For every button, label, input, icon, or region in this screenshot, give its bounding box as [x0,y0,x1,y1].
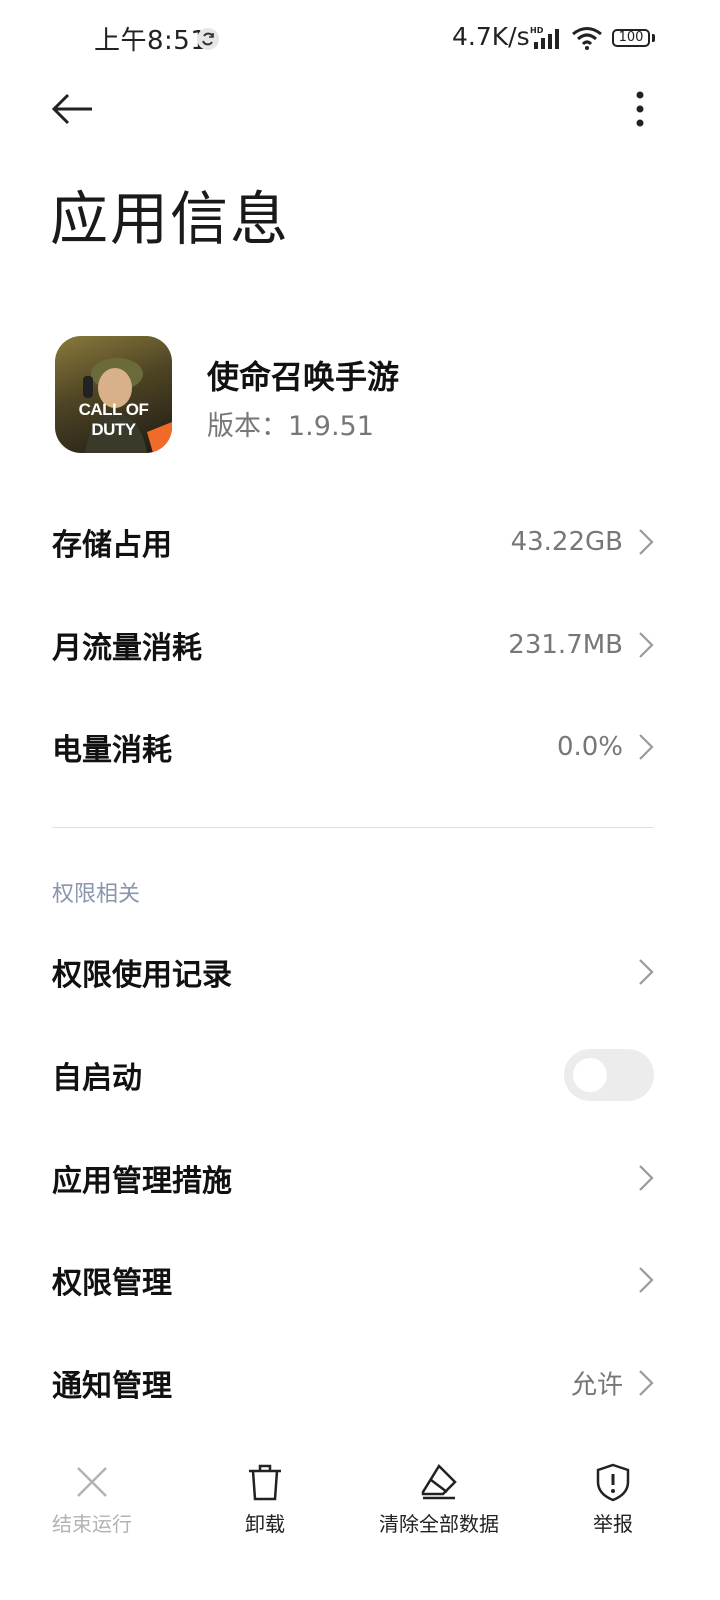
trash-icon [249,1464,281,1501]
clear-all-data-button[interactable]: 清除全部数据 [349,1450,529,1560]
row-value: 43.22GB [510,527,623,557]
back-button[interactable] [46,86,100,132]
network-speed: 4.7K/s [452,22,530,51]
row-value: 0.0% [556,732,623,762]
app-icon-logo-text: CALL OF DUTY [78,400,149,439]
action-label: 卸载 [245,1512,285,1536]
eraser-icon [421,1463,457,1500]
permission-management-row[interactable]: 权限管理 [0,1235,720,1325]
data-usage-row[interactable]: 月流量消耗 231.7MB [0,600,720,690]
section-header-permissions: 权限相关 [52,882,141,907]
action-label: 清除全部数据 [379,1512,499,1536]
chevron-right-icon [639,1370,654,1396]
row-value: 允许 [570,1370,623,1401]
signal-hd-badge: HD [530,26,544,35]
row-label: 电量消耗 [52,733,172,768]
chevron-right-icon [639,734,654,760]
chevron-right-icon [639,959,654,985]
row-label: 存储占用 [52,528,172,563]
more-vertical-icon [636,91,644,127]
report-button[interactable]: 举报 [523,1450,703,1560]
cell-signal-icon: HD [530,26,564,54]
action-label: 结束运行 [52,1512,132,1536]
close-icon [77,1467,107,1497]
status-bar: 上午8:51 4.7K/s HD 100 [0,0,720,78]
uninstall-button[interactable]: 卸载 [175,1450,355,1560]
autostart-row: 自启动 [0,1030,720,1120]
notification-management-row[interactable]: 通知管理 允许 [0,1338,720,1428]
chevron-right-icon [639,632,654,658]
row-label: 通知管理 [52,1369,172,1404]
app-info-screen: 上午8:51 4.7K/s HD 100 应用信息 CALL OF DUTY 使… [0,0,720,1600]
shield-alert-icon [596,1463,630,1502]
row-label: 应用管理措施 [52,1164,232,1199]
chevron-right-icon [639,1267,654,1293]
arrow-left-icon [51,93,92,125]
app-icon: CALL OF DUTY [55,336,172,453]
action-label: 举报 [593,1512,633,1536]
storage-usage-row[interactable]: 存储占用 43.22GB [0,497,720,587]
section-divider [52,827,654,828]
app-version: 版本：1.9.51 [207,411,374,442]
chevron-right-icon [639,1165,654,1191]
row-label: 月流量消耗 [52,631,202,666]
battery-tip [652,34,655,42]
chevron-right-icon [639,529,654,555]
force-stop-button[interactable]: 结束运行 [2,1450,182,1560]
more-options-button[interactable] [620,86,660,132]
app-name: 使命召唤手游 [207,358,400,396]
bottom-action-bar: 结束运行 卸载 清除全部数据 举报 [0,1450,720,1560]
sync-icon [197,28,219,50]
app-management-measures-row[interactable]: 应用管理措施 [0,1133,720,1223]
autostart-toggle[interactable] [564,1049,654,1101]
battery-icon: 100 [612,29,650,47]
battery-usage-row[interactable]: 电量消耗 0.0% [0,702,720,792]
row-label: 权限管理 [52,1266,172,1301]
row-label: 权限使用记录 [52,958,232,993]
status-time: 上午8:51 [94,26,208,56]
wifi-icon [571,26,605,54]
permission-usage-record-row[interactable]: 权限使用记录 [0,927,720,1017]
row-label: 自启动 [52,1061,142,1096]
toggle-knob [573,1058,607,1092]
row-value: 231.7MB [508,630,623,660]
page-title: 应用信息 [50,185,291,253]
